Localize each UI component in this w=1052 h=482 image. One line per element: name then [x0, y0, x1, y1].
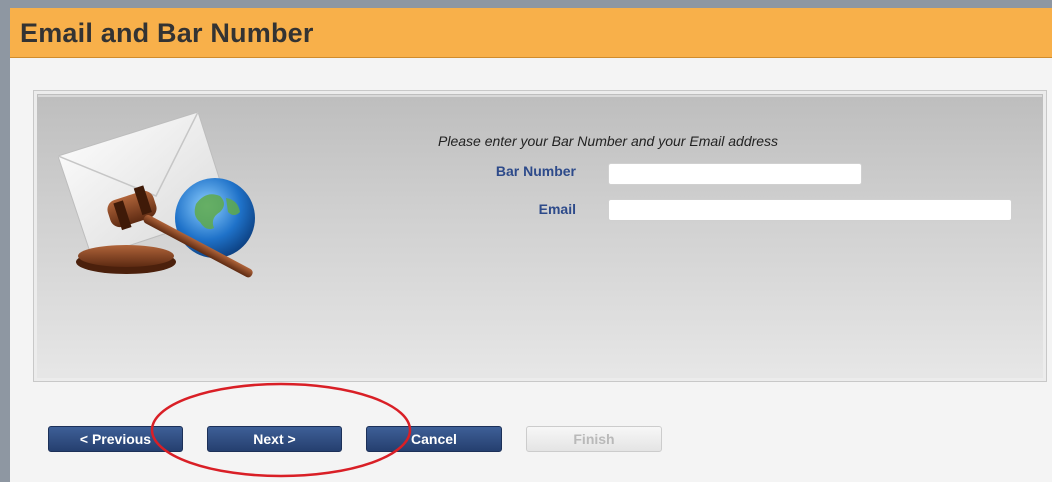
form-instructions: Please enter your Bar Number and your Em… — [438, 133, 779, 149]
window-top-border — [0, 0, 1052, 8]
email-label: Email — [538, 201, 576, 217]
email-input[interactable] — [608, 199, 1012, 221]
finish-button[interactable]: Finish — [526, 426, 662, 452]
bar-number-label: Bar Number — [495, 163, 576, 179]
page-header: Email and Bar Number — [10, 8, 1052, 58]
bar-number-input[interactable] — [608, 163, 862, 185]
panel-inner-border — [38, 95, 1042, 97]
window-left-border — [0, 0, 10, 482]
cancel-button[interactable]: Cancel — [366, 426, 502, 452]
next-button[interactable]: Next > — [207, 426, 342, 452]
page-title: Email and Bar Number — [20, 18, 314, 48]
email-gavel-globe-illustration — [58, 112, 255, 278]
previous-button[interactable]: < Previous — [48, 426, 183, 452]
globe-icon — [175, 178, 255, 258]
